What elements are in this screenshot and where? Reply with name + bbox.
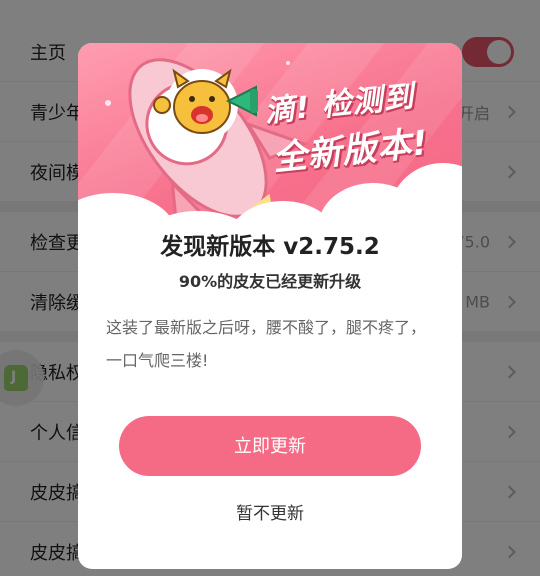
dialog-subtitle: 90%的皮友已经更新升级 (178, 272, 362, 291)
update-now-button[interactable]: 立即更新 (119, 416, 421, 476)
update-banner-illustration: 滴! 检测到 全新版本! (78, 43, 462, 253)
update-dialog: 滴! 检测到 全新版本! 发现新版本 v2.75.2 90%的皮友已经更新升级 … (78, 43, 462, 569)
not-now-button[interactable]: 暂不更新 (78, 499, 462, 524)
update-description: 这装了最新版之后呀，腰不酸了，腿不疼了，一口气爬三楼! (106, 318, 427, 370)
dialog-title: 发现新版本 v2.75.2 (160, 234, 380, 260)
